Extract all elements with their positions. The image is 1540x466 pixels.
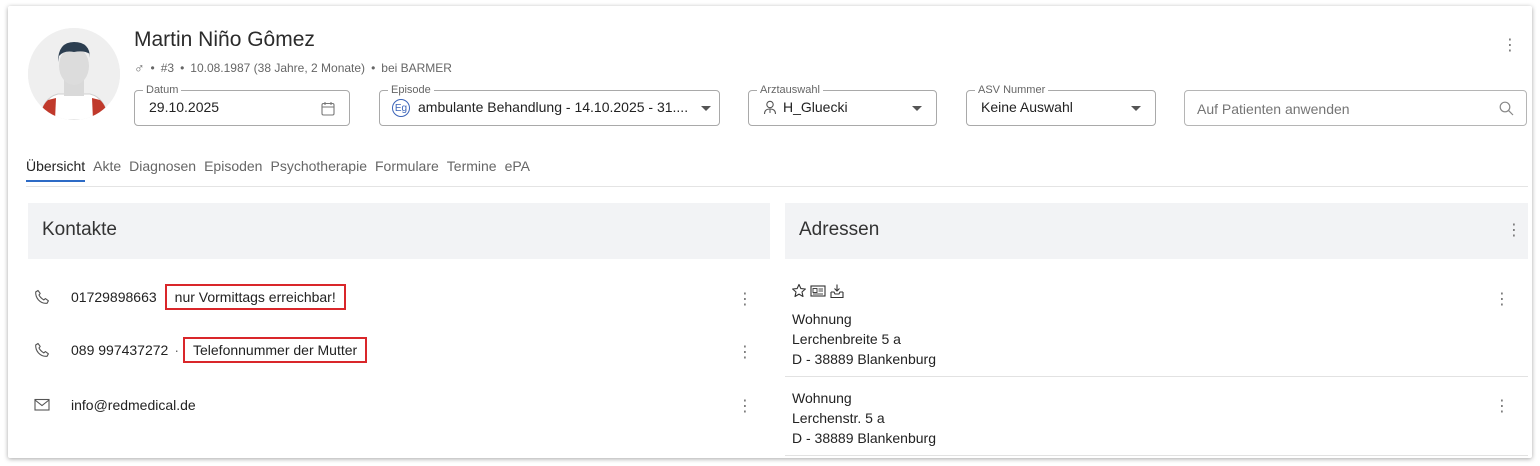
contacts-header: Kontakte [28,203,770,259]
address-type: Wohnung [792,390,852,406]
tab-uebersicht[interactable]: Übersicht [26,158,86,182]
chevron-down-icon [912,106,922,111]
tab-episoden[interactable]: Episoden [204,158,262,182]
contact-row: 01729898663 nur Vormittags erreichbar! [34,284,346,310]
address-street: Lerchenstr. 5 a [792,410,885,426]
star-icon[interactable] [791,283,807,299]
patient-insurance: bei BARMER [381,61,452,75]
contact-menu-icon[interactable]: ⋮ [737,399,753,415]
patient-meta: ♂ • #3 • 10.08.1987 (38 Jahre, 2 Monate)… [134,60,452,76]
address-menu-icon[interactable]: ⋮ [1494,399,1510,415]
date-field-value: 29.10.2025 [149,99,220,115]
contact-menu-icon[interactable]: ⋮ [737,345,753,361]
doctor-select-label: Arztauswahl [757,83,823,97]
address-city: D - 38889 Blankenburg [792,351,936,367]
address-city: D - 38889 Blankenburg [792,430,936,446]
patient-name: Martin Niño Gômez [134,28,315,51]
tab-termine[interactable]: Termine [447,158,497,182]
date-field-label: Datum [143,83,182,97]
id-card-icon[interactable] [810,283,826,299]
addresses-header: Adressen ⋮ [785,203,1528,259]
address-divider [785,376,1528,377]
patient-menu-icon[interactable]: ⋮ [1502,38,1518,54]
doctor-icon [763,100,777,115]
date-field[interactable]: Datum 29.10.2025 [134,83,350,126]
patient-birthdate: 10.08.1987 (38 Jahre, 2 Monate) [190,61,366,75]
patient-number: #3 [160,61,175,75]
patient-tabs: Übersicht Akte Diagnosen Episoden Psycho… [26,158,538,182]
episode-select-value: ambulante Behandlung - 14.10.2025 - 31..… [418,99,689,115]
address-item: Wohnung Lerchenbreite 5 a D - 38889 Blan… [792,309,936,369]
doctor-select-value: H_Gluecki [783,99,848,115]
tab-diagnosen[interactable]: Diagnosen [129,158,196,182]
address-menu-icon[interactable]: ⋮ [1494,292,1510,308]
address-divider [785,455,1528,456]
contact-note: Telefonnummer der Mutter [183,337,368,363]
tab-psychotherapie[interactable]: Psychotherapie [270,158,367,182]
meta-separator: • [180,61,185,75]
contact-email[interactable]: info@redmedical.de [71,397,196,413]
patient-search-field[interactable] [1184,90,1527,126]
tab-epa[interactable]: ePA [505,158,530,182]
contact-phone[interactable]: 089 997437272 [71,342,168,358]
asv-select[interactable]: ASV Nummer Keine Auswahl [966,83,1156,126]
avatar-icon [28,28,120,120]
calendar-icon[interactable] [321,101,335,116]
inbox-download-icon[interactable] [829,283,845,299]
asv-select-label: ASV Nummer [975,83,1049,97]
doctor-select[interactable]: Arztauswahl H_Gluecki [748,83,937,126]
meta-separator: • [371,61,376,75]
address-street: Lerchenbreite 5 a [792,331,901,347]
address-icons [791,283,845,299]
episode-select[interactable]: Episode Eg ambulante Behandlung - 14.10.… [379,83,720,126]
tabs-divider [26,186,1528,187]
contact-note: nur Vormittags erreichbar! [164,284,346,310]
address-type: Wohnung [792,311,852,327]
phone-icon [35,289,49,304]
patient-avatar [28,28,120,120]
patient-search-input[interactable] [1195,97,1489,121]
search-icon[interactable] [1499,101,1514,116]
meta-separator: • [150,61,155,75]
contact-phone[interactable]: 01729898663 [71,289,157,305]
addresses-title: Adressen [799,219,880,240]
address-item: Wohnung Lerchenstr. 5 a D - 38889 Blanke… [792,388,936,448]
contact-separator: · [174,342,179,358]
gender-icon: ♂ [134,60,145,76]
episode-badge-icon: Eg [392,99,410,117]
contact-menu-icon[interactable]: ⋮ [737,292,753,308]
phone-icon [35,342,49,357]
addresses-menu-icon[interactable]: ⋮ [1506,223,1522,239]
chevron-down-icon [1131,106,1141,111]
chevron-down-icon [701,106,711,111]
tab-formulare[interactable]: Formulare [375,158,439,182]
tab-akte[interactable]: Akte [93,158,121,182]
patient-card: Martin Niño Gômez ♂ • #3 • 10.08.1987 (3… [8,6,1532,458]
contacts-title: Kontakte [42,219,117,240]
contact-row: info@redmedical.de [34,397,196,413]
episode-select-label: Episode [388,83,434,97]
mail-icon [34,398,50,411]
contact-row: 089 997437272 · Telefonnummer der Mutter [34,337,368,363]
asv-select-value: Keine Auswahl [981,99,1073,115]
